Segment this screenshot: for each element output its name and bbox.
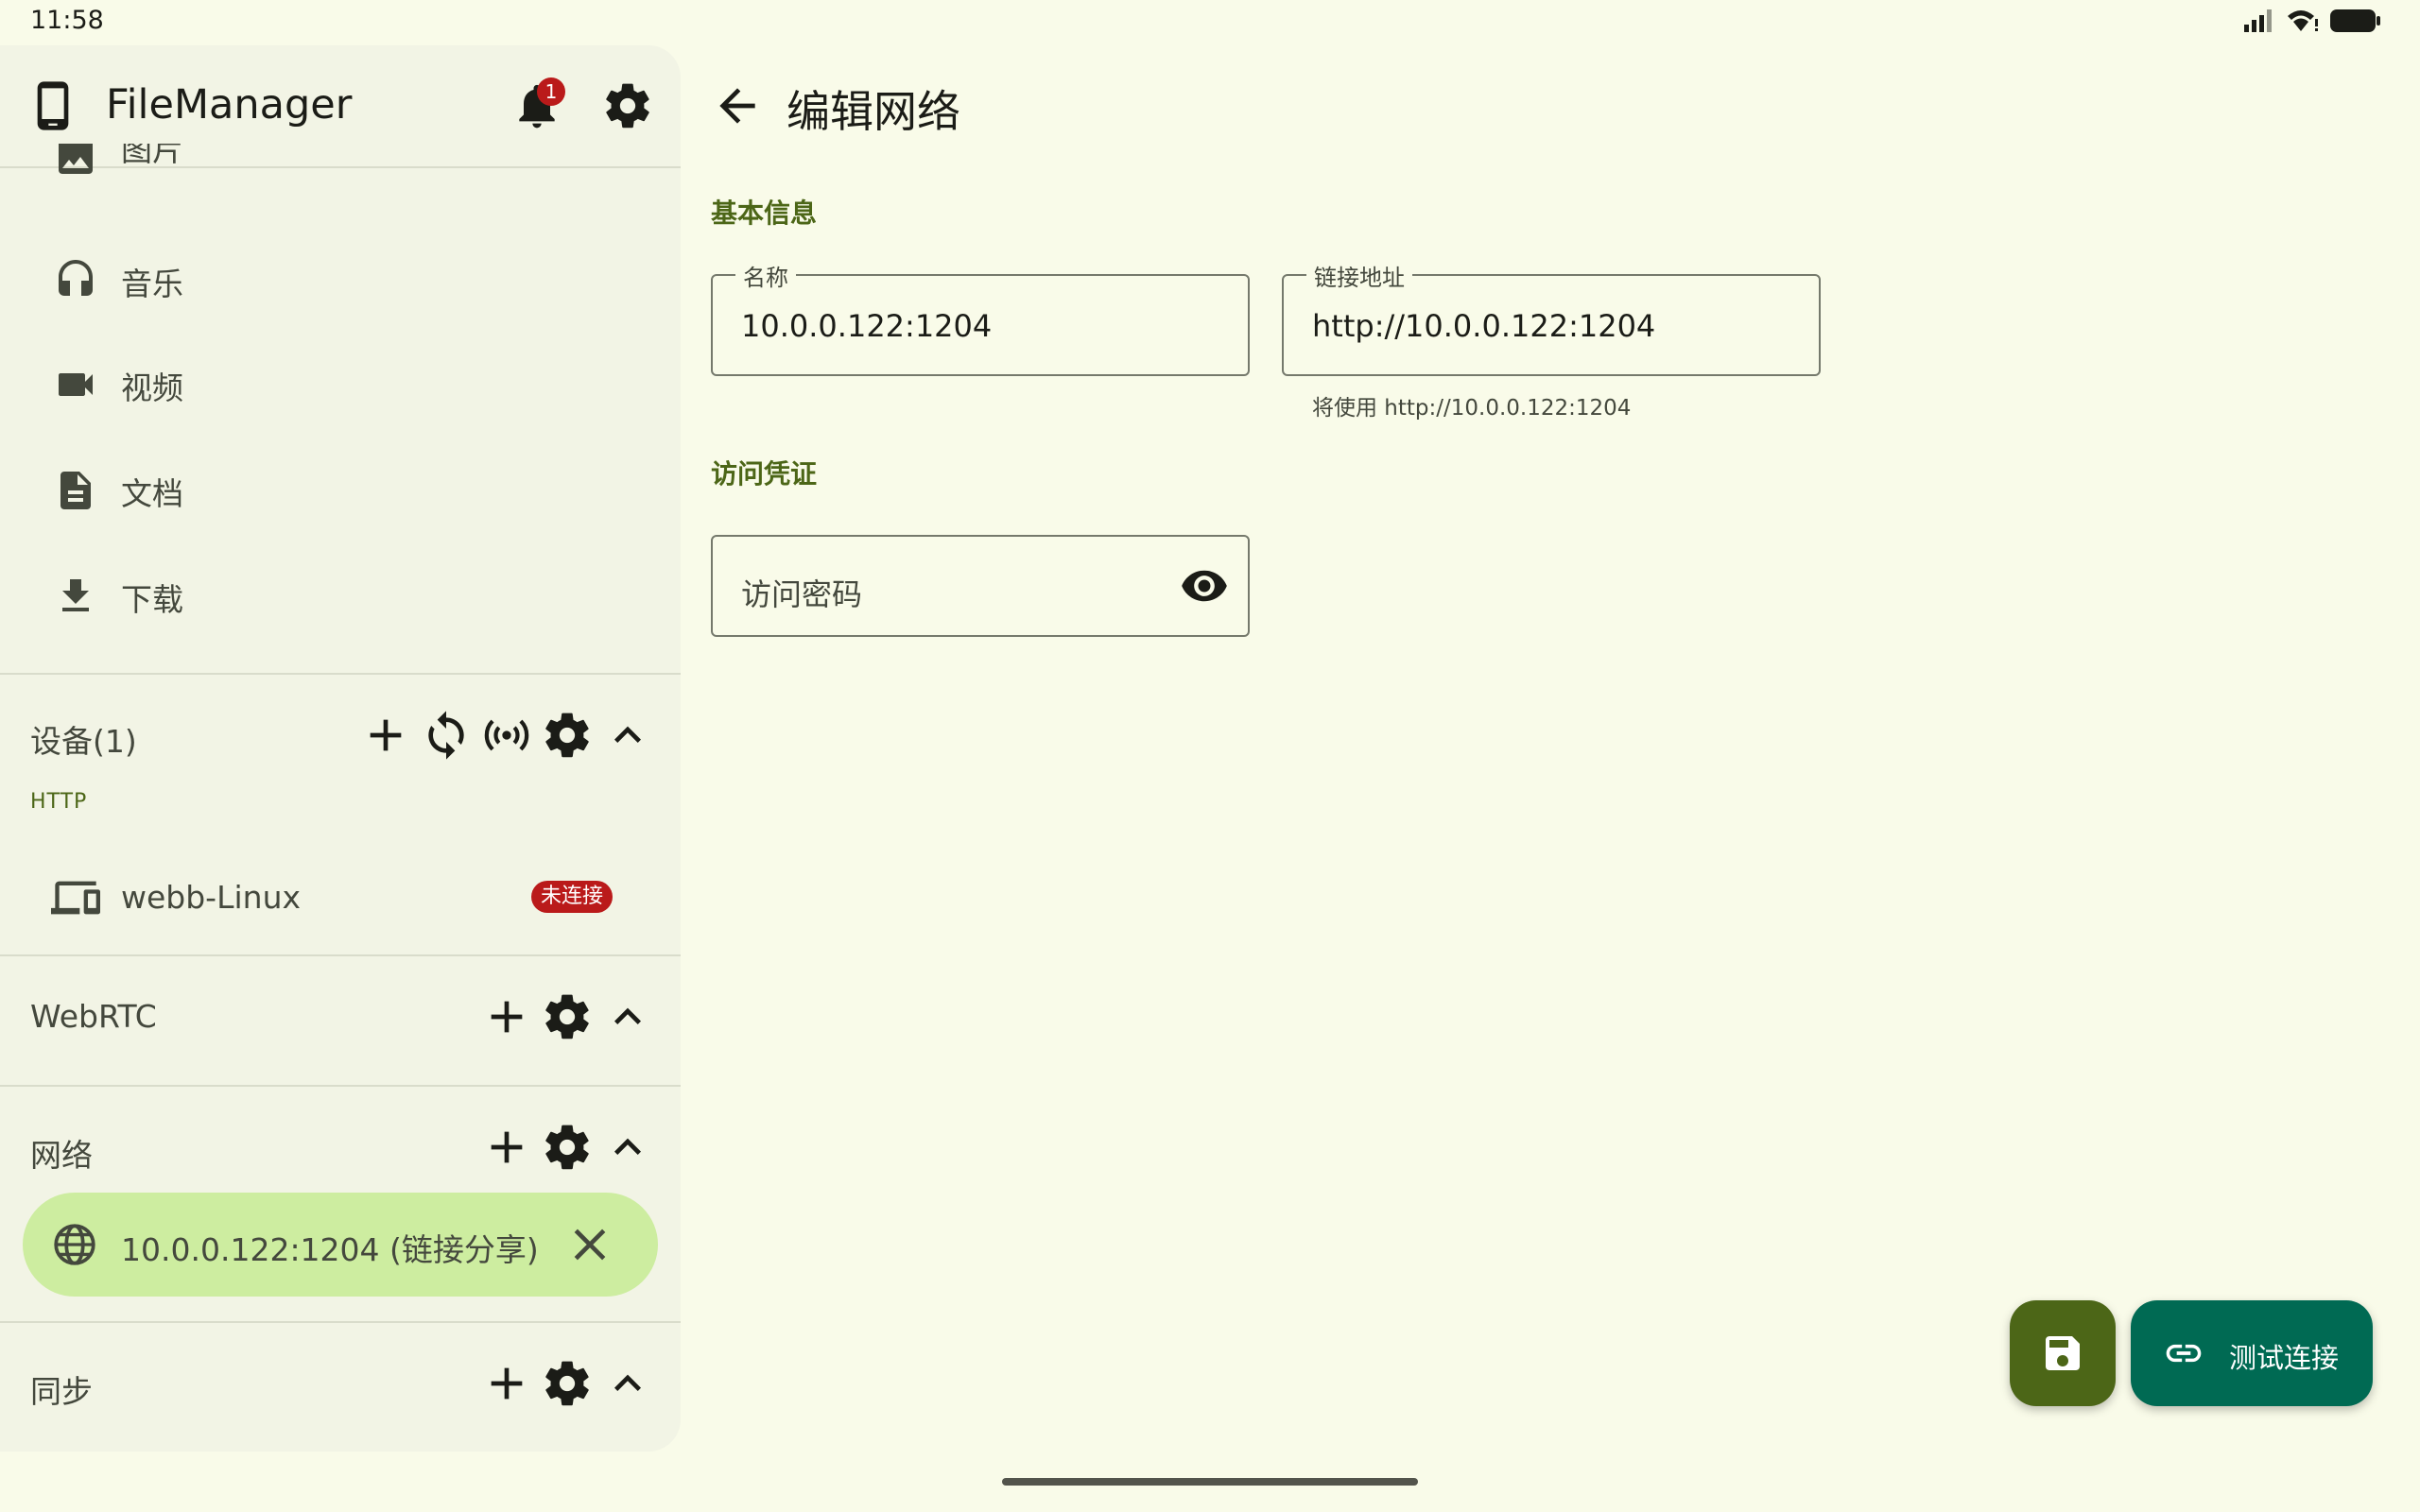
url-field-label: 链接地址 (1306, 259, 1412, 292)
page-title: 编辑网络 (786, 86, 960, 137)
network-item-selected[interactable]: 10.0.0.122:1204 (链接分享) (23, 1193, 658, 1297)
add-webrtc-button[interactable] (480, 990, 533, 1043)
back-button[interactable] (711, 79, 764, 132)
wifi-icon (2288, 10, 2318, 31)
password-field[interactable]: 访问密码 (711, 535, 1250, 637)
nav-item-video[interactable]: 视频 (0, 333, 681, 437)
gear-icon (606, 83, 649, 129)
toggle-password-visibility-button[interactable] (1180, 561, 1229, 610)
password-placeholder: 访问密码 (741, 576, 863, 612)
plus-icon (491, 1367, 523, 1400)
close-icon (574, 1228, 606, 1261)
collapse-sync-button[interactable] (601, 1357, 654, 1410)
network-item-label: 10.0.0.122:1204 (链接分享) (121, 1231, 539, 1268)
basic-info-title: 基本信息 (711, 198, 818, 229)
sync-icon (428, 711, 464, 760)
divider (0, 954, 681, 956)
eye-icon (1182, 570, 1227, 602)
chevron-up-icon (614, 726, 641, 743)
name-field-value: 10.0.0.122:1204 (741, 308, 993, 344)
nav-item-music[interactable]: 音乐 (0, 229, 681, 333)
headphones-icon (59, 260, 93, 296)
globe-icon (54, 1224, 95, 1265)
url-field[interactable]: 链接地址 http://10.0.0.122:1204 (1282, 259, 1821, 376)
home-indicator[interactable] (1002, 1478, 1418, 1486)
gear-icon (545, 994, 589, 1040)
nav-item-documents[interactable]: 文档 (0, 438, 681, 542)
name-field-label: 名称 (735, 259, 796, 292)
image-icon (59, 144, 93, 174)
divider (0, 1085, 681, 1087)
name-field[interactable]: 名称 10.0.0.122:1204 (711, 259, 1250, 376)
credentials-title: 访问凭证 (711, 458, 818, 490)
link-icon (2166, 1344, 2202, 1363)
plus-icon (491, 1001, 523, 1033)
settings-button[interactable] (601, 79, 654, 132)
remove-network-button[interactable] (563, 1218, 616, 1271)
download-icon (62, 579, 89, 611)
nav-item-label: 图片 (121, 144, 183, 168)
nav-item-label: 文档 (121, 475, 183, 512)
divider (0, 673, 681, 675)
sync-settings-button[interactable] (541, 1357, 594, 1410)
save-icon (2046, 1336, 2080, 1370)
network-settings-button[interactable] (541, 1121, 594, 1174)
arrow-back-icon (719, 88, 755, 124)
chevron-up-icon (614, 1374, 641, 1391)
status-time: 11:58 (30, 6, 104, 35)
collapse-devices-button[interactable] (601, 709, 654, 762)
refresh-devices-button[interactable] (420, 709, 473, 762)
device-label: webb-Linux (121, 879, 302, 916)
broadcast-button[interactable] (480, 709, 533, 762)
phone-icon (37, 81, 69, 130)
add-sync-button[interactable] (480, 1357, 533, 1410)
navigation-drawer: FileManager 1 图片 音乐 视频 文档 下载 设备(1) HTTP … (0, 45, 681, 1452)
webrtc-settings-button[interactable] (541, 990, 594, 1043)
sync-section-title: 同步 (30, 1373, 93, 1410)
nav-item-downloads[interactable]: 下载 (0, 544, 681, 648)
video-icon (59, 373, 93, 396)
nav-item-label: 视频 (121, 369, 183, 406)
divider (0, 1321, 681, 1323)
device-item[interactable]: webb-Linux 未连接 (0, 850, 681, 945)
status-icons (2242, 8, 2382, 34)
notification-badge: 1 (537, 77, 565, 106)
document-icon (60, 472, 91, 509)
devices-icon (51, 881, 100, 915)
broadcast-icon (484, 719, 529, 751)
gear-icon (545, 713, 589, 758)
webrtc-section-title: WebRTC (30, 998, 157, 1035)
devices-settings-button[interactable] (541, 709, 594, 762)
save-button[interactable] (2010, 1300, 2116, 1406)
signal-icon (2244, 9, 2272, 32)
test-connection-label: 测试连接 (2229, 1342, 2340, 1374)
url-supporting-text: 将使用 http://10.0.0.122:1204 (1312, 396, 1632, 421)
plus-icon (491, 1131, 523, 1163)
plus-icon (370, 719, 402, 751)
app-title: FileManager (106, 81, 353, 129)
test-connection-button[interactable]: 测试连接 (2131, 1300, 2373, 1406)
chevron-up-icon (614, 1138, 641, 1155)
url-field-value: http://10.0.0.122:1204 (1312, 308, 1656, 344)
chevron-up-icon (614, 1007, 641, 1024)
gear-icon (545, 1125, 589, 1170)
status-badge: 未连接 (531, 881, 614, 913)
http-sub-label: HTTP (30, 790, 88, 814)
devices-section-title: 设备(1) (30, 723, 137, 760)
nav-item-label: 下载 (121, 581, 183, 618)
add-network-button[interactable] (480, 1121, 533, 1174)
gear-icon (545, 1361, 589, 1406)
nav-item-images[interactable]: 图片 (0, 144, 681, 181)
collapse-webrtc-button[interactable] (601, 990, 654, 1043)
network-section-title: 网络 (30, 1137, 93, 1174)
nav-item-label: 音乐 (121, 266, 183, 302)
add-device-button[interactable] (359, 709, 412, 762)
collapse-network-button[interactable] (601, 1121, 654, 1174)
battery-icon (2330, 9, 2380, 32)
